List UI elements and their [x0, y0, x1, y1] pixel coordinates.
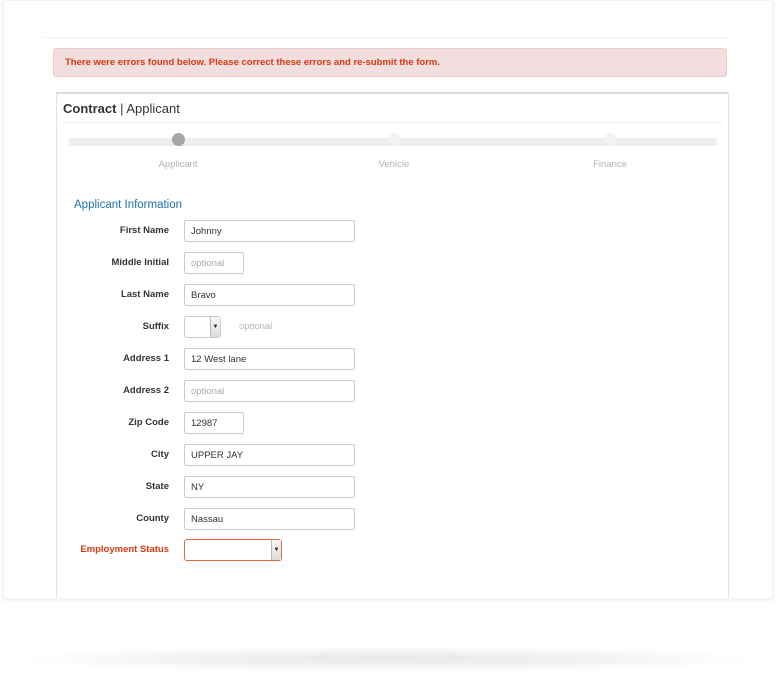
zip-input[interactable] [184, 412, 244, 434]
form-row-state: State [57, 476, 728, 498]
form-row-last-name: Last Name [57, 284, 728, 306]
chevron-down-icon[interactable]: ▼ [210, 317, 220, 337]
error-alert-message: There were errors found below. Please co… [65, 57, 441, 68]
middle-initial-input[interactable] [184, 252, 244, 274]
form-row-address1: Address 1 [57, 348, 728, 370]
suffix-hint: optional [239, 321, 273, 332]
error-alert: There were errors found below. Please co… [53, 48, 727, 77]
step-label-finance[interactable]: Finance [593, 159, 627, 170]
first-name-label: First Name [119, 225, 169, 236]
employment-status-select[interactable]: ▼ [184, 539, 282, 561]
floor-shadow [20, 648, 756, 670]
county-label: County [136, 513, 169, 524]
form-row-employment-status: Employment Status ▼ [57, 539, 728, 561]
employment-status-label: Employment Status [80, 544, 169, 555]
contract-panel: Contract | Applicant Applicant Vehicle F… [56, 92, 729, 598]
panel-title-rest: Applicant [126, 101, 180, 116]
last-name-label: Last Name [120, 289, 169, 300]
panel-title: Contract | Applicant [63, 101, 180, 116]
city-label: City [151, 449, 169, 460]
step-label-applicant[interactable]: Applicant [158, 159, 197, 170]
last-name-input[interactable] [184, 284, 355, 306]
step-dot-applicant[interactable] [172, 133, 185, 146]
step-dot-vehicle[interactable] [388, 133, 401, 146]
form-row-city: City [57, 444, 728, 466]
section-title: Applicant Information [74, 199, 183, 211]
first-name-input[interactable] [184, 220, 355, 242]
page-frame: There were errors found below. Please co… [3, 0, 773, 599]
step-dot-finance[interactable] [604, 133, 617, 146]
suffix-select[interactable]: ▼ [184, 316, 221, 338]
panel-title-bold: Contract [63, 101, 117, 116]
divider [63, 122, 723, 123]
address1-input[interactable] [184, 348, 355, 370]
form-row-address2: Address 2 [57, 380, 728, 402]
address2-label: Address 2 [123, 385, 169, 396]
address1-label: Address 1 [123, 353, 169, 364]
chevron-down-icon[interactable]: ▼ [271, 540, 281, 560]
form-row-zip: Zip Code [57, 412, 728, 434]
middle-initial-label: Middle Initial [111, 257, 169, 268]
address2-input[interactable] [184, 380, 355, 402]
form-row-suffix: Suffix ▼ optional [57, 316, 728, 338]
zip-label: Zip Code [128, 417, 169, 428]
step-label-vehicle[interactable]: Vehicle [379, 159, 410, 170]
form-row-first-name: First Name [57, 220, 728, 242]
form-row-middle-initial: Middle Initial [57, 252, 728, 274]
suffix-label: Suffix [142, 321, 169, 332]
county-input[interactable] [184, 508, 355, 530]
city-input[interactable] [184, 444, 355, 466]
panel-title-separator: | [116, 101, 127, 116]
state-label: State [145, 481, 169, 492]
divider [44, 37, 729, 38]
form-row-county: County [57, 508, 728, 530]
state-input[interactable] [184, 476, 355, 498]
